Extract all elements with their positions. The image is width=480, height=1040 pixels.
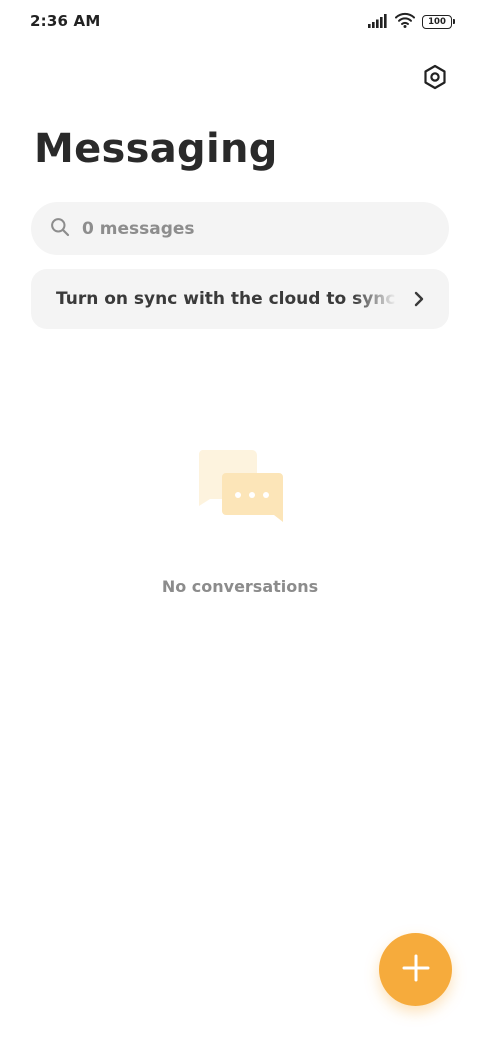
status-time: 2:36 AM	[30, 12, 101, 30]
sync-banner-text: Turn on sync with the cloud to sync mess…	[56, 289, 397, 309]
chat-bubbles-icon	[196, 450, 286, 530]
settings-hexagon-icon	[422, 64, 448, 94]
empty-state-text: No conversations	[161, 577, 319, 596]
search-icon	[50, 217, 70, 241]
search-bar[interactable]: 0 messages	[31, 202, 449, 255]
page-title: Messaging	[34, 126, 278, 172]
plus-icon	[402, 954, 430, 986]
sync-text-container: Turn on sync with the cloud to sync mess…	[56, 289, 397, 309]
signal-icon	[368, 13, 388, 32]
status-icons: 100	[368, 12, 455, 32]
new-conversation-button[interactable]	[379, 933, 452, 1006]
battery-icon: 100	[422, 15, 455, 29]
battery-level: 100	[428, 16, 446, 27]
wifi-icon	[395, 12, 415, 32]
sync-banner[interactable]: Turn on sync with the cloud to sync mess…	[31, 269, 449, 329]
status-bar: 2:36 AM 100	[0, 0, 480, 44]
settings-button[interactable]	[420, 64, 450, 94]
chevron-right-icon	[411, 291, 427, 307]
search-input[interactable]: 0 messages	[82, 219, 195, 239]
